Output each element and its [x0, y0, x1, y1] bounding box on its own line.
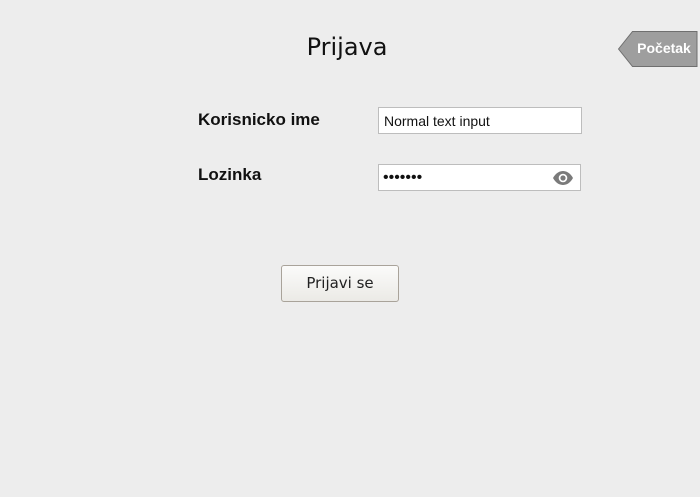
- password-input[interactable]: •••••••: [378, 164, 581, 191]
- page-title: Prijava: [306, 33, 388, 61]
- eye-icon[interactable]: [552, 170, 574, 186]
- password-input-value: •••••••: [383, 169, 423, 186]
- username-label: Korisnicko ime: [198, 110, 320, 129]
- username-input-value: Normal text input: [384, 113, 490, 129]
- back-to-start-button[interactable]: Početak: [618, 31, 698, 67]
- login-button[interactable]: Prijavi se: [281, 265, 399, 302]
- username-input[interactable]: Normal text input: [378, 107, 582, 134]
- back-button-label: Početak: [637, 40, 691, 56]
- password-label: Lozinka: [198, 165, 262, 184]
